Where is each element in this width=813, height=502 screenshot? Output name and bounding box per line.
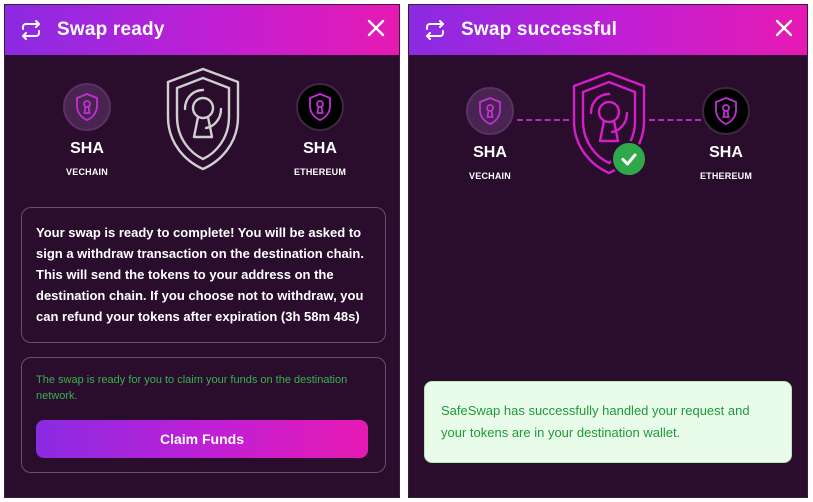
dialog-header: Swap successful — [409, 5, 807, 55]
from-token-chain: VECHAIN — [469, 171, 511, 181]
to-token-chain: ETHEREUM — [293, 167, 347, 177]
from-token: SHA VECHAIN — [42, 83, 132, 177]
claim-box: The swap is ready for you to claim your … — [21, 357, 386, 473]
claim-note: The swap is ready for you to claim your … — [36, 374, 348, 402]
close-icon[interactable] — [365, 17, 387, 39]
dialog-title: Swap successful — [461, 19, 618, 40]
from-token-chain: VECHAIN — [66, 167, 108, 177]
swap-arrows-icon — [22, 20, 40, 40]
swap-successful-dialog: Swap successful SHA VECHAIN SHA ETHEREUM… — [408, 4, 808, 498]
token-logo-icon — [296, 83, 344, 131]
swap-arrows-icon — [426, 20, 444, 40]
success-message-text: SafeSwap has successfully handled your r… — [441, 403, 750, 440]
dialog-header: Swap ready — [5, 5, 399, 55]
close-icon[interactable] — [773, 17, 795, 39]
swap-info-box: Your swap is ready to complete! You will… — [21, 207, 386, 343]
success-message-box: SafeSwap has successfully handled your r… — [424, 381, 792, 463]
to-token-symbol: SHA — [709, 144, 743, 161]
to-token: SHA ETHEREUM — [681, 87, 771, 181]
from-token-symbol: SHA — [70, 140, 104, 157]
from-token: SHA VECHAIN — [445, 87, 535, 181]
dialog-title: Swap ready — [57, 19, 165, 40]
token-logo-icon — [702, 87, 750, 135]
swap-ready-dialog: Swap ready SHA VECHAIN SHA ETHEREUM Your… — [4, 4, 400, 498]
from-token-symbol: SHA — [473, 144, 507, 161]
shield-keyhole-icon — [166, 67, 240, 171]
token-logo-icon — [63, 83, 111, 131]
to-token: SHA ETHEREUM — [275, 83, 365, 177]
swap-info-text: Your swap is ready to complete! You will… — [36, 225, 364, 324]
claim-funds-button[interactable]: Claim Funds — [36, 420, 368, 458]
token-logo-icon — [466, 87, 514, 135]
to-token-chain: ETHEREUM — [699, 171, 753, 181]
to-token-symbol: SHA — [303, 140, 337, 157]
checkmark-icon — [611, 141, 647, 177]
